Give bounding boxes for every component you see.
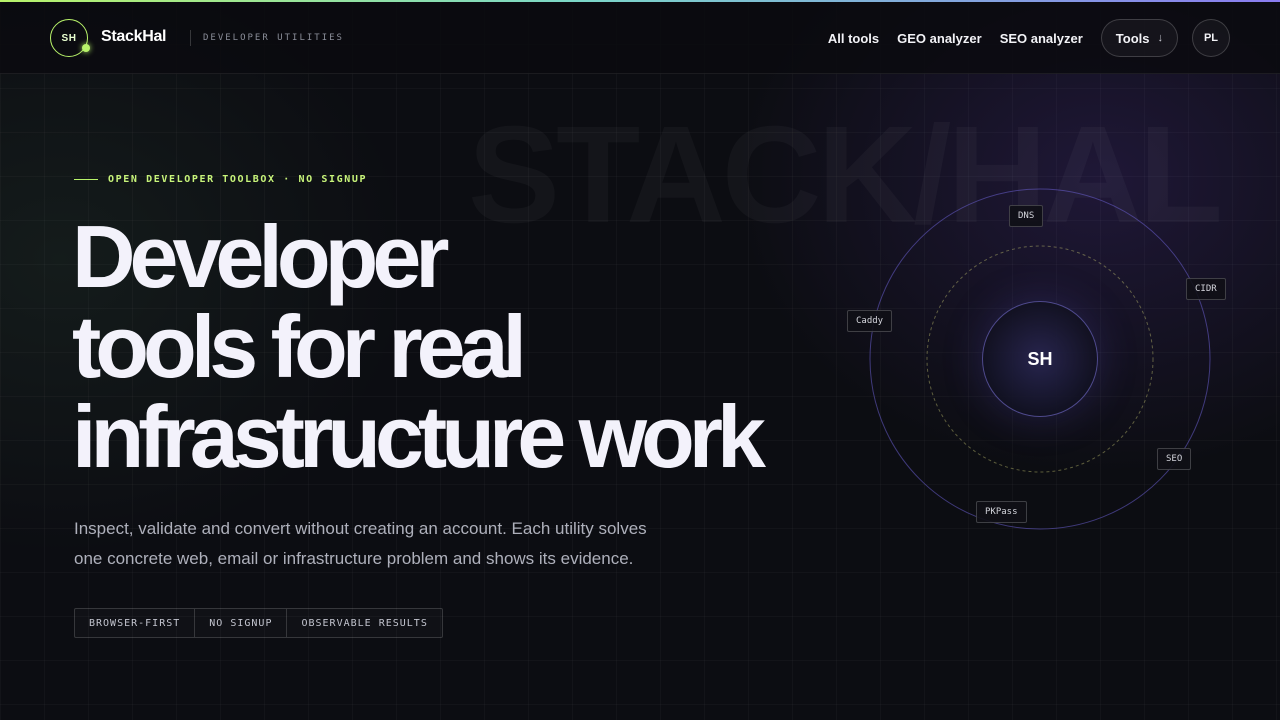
headline-line: infrastructure work [72,387,766,486]
arrow-down-icon: ↓ [1157,32,1164,44]
orbit-center-node: SH [982,301,1098,417]
orbit-tag-pkpass[interactable]: PKPass [976,501,1027,523]
nav-link-geo-analyzer[interactable]: GEO analyzer [897,31,982,46]
logo-status-dot [82,44,90,52]
language-switch-button[interactable]: PL [1192,19,1230,57]
hero-headline: Developer tools for real infrastructure … [72,212,832,482]
headline-line: tools for real [72,297,527,396]
site-header: SH StackHal DEVELOPER UTILITIES All tool… [0,2,1280,74]
orbit-tag-caddy[interactable]: Caddy [847,310,893,332]
tools-dropdown-button[interactable]: Tools ↓ [1100,19,1178,57]
eyebrow-line [74,179,98,180]
headline-line: Developer [72,207,450,306]
orbit-tag-dns[interactable]: DNS [1009,205,1044,227]
brand-tagline: DEVELOPER UTILITIES [203,33,344,43]
hero-eyebrow: OPEN DEVELOPER TOOLBOX · NO SIGNUP [74,174,367,185]
chip-browser-first: BROWSER-FIRST [75,609,196,637]
feature-chips: BROWSER-FIRST NO SIGNUP OBSERVABLE RESUL… [74,608,443,638]
brand-divider [190,30,191,46]
eyebrow-text: OPEN DEVELOPER TOOLBOX · NO SIGNUP [108,174,368,185]
chip-no-signup: NO SIGNUP [195,609,288,637]
brand-name[interactable]: StackHal [101,28,167,46]
page: SH StackHal DEVELOPER UTILITIES All tool… [0,0,1280,720]
nav-link-seo-analyzer[interactable]: SEO analyzer [1000,31,1083,46]
orbit-tag-seo[interactable]: SEO [1157,448,1192,470]
main-nav: All tools GEO analyzer SEO analyzer Tool… [828,19,1230,57]
nav-link-all-tools[interactable]: All tools [828,31,879,46]
logo-mark[interactable]: SH [50,19,88,57]
hero-description: Inspect, validate and convert without cr… [74,514,714,574]
tools-button-label: Tools [1115,30,1150,46]
description-line: one concrete web, email or infrastructur… [74,549,634,568]
orbit-tag-cidr[interactable]: CIDR [1186,278,1226,300]
description-line: Inspect, validate and convert without cr… [74,519,647,538]
chip-observable-results: OBSERVABLE RESULTS [301,617,428,629]
